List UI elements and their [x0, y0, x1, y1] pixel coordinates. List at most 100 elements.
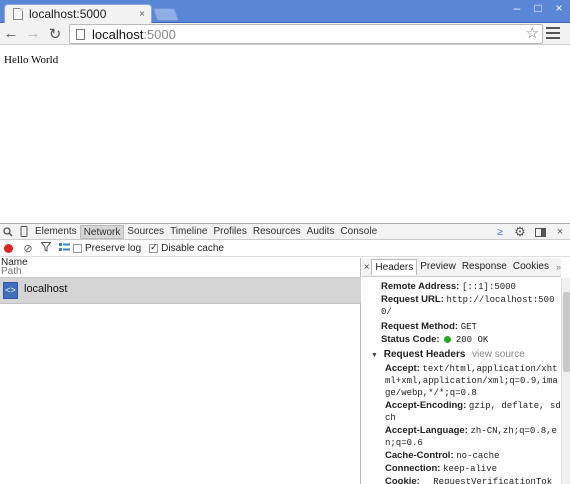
- request-header-key: Accept-Language:: [385, 425, 468, 436]
- url-host: localhost: [92, 26, 144, 42]
- detail-tab-response[interactable]: Response: [459, 259, 510, 275]
- request-header-key: Connection:: [385, 463, 441, 474]
- status-ok-icon: [444, 335, 452, 343]
- close-devtools-icon[interactable]: ×: [550, 224, 570, 240]
- html-document-icon: <>: [3, 282, 18, 299]
- request-header-value: no-cache: [456, 451, 500, 461]
- headers-content: Remote Address: [::1]:5000 Request URL: …: [362, 278, 561, 484]
- page-viewport: Hello World: [0, 46, 570, 223]
- devtools-right-controls: ≥ ⚙ ×: [490, 224, 570, 240]
- tab-audits[interactable]: Audits: [304, 225, 338, 239]
- view-source-link[interactable]: view source: [472, 349, 525, 360]
- reload-button[interactable]: ↻: [44, 23, 66, 45]
- tab-console[interactable]: Console: [337, 225, 380, 239]
- devtools-panel: Elements Network Sources Timeline Profiles Re…: [0, 223, 570, 484]
- request-header-row: Cookie: __RequestVerificationTok: [385, 476, 561, 484]
- forward-arrow-icon: →: [25, 25, 41, 42]
- column-path-label: Path: [1, 266, 22, 277]
- settings-gear-icon[interactable]: ⚙: [510, 224, 530, 240]
- record-button[interactable]: [4, 244, 13, 253]
- chrome-menu-icon[interactable]: [546, 27, 560, 41]
- request-method-key: Request Method:: [381, 321, 459, 332]
- tab-sources[interactable]: Sources: [124, 225, 167, 239]
- remote-address-row: Remote Address: [::1]:5000: [381, 281, 561, 293]
- request-method-value: GET: [460, 322, 477, 332]
- scrollbar-thumb[interactable]: [563, 292, 570, 372]
- tab-elements[interactable]: Elements: [32, 225, 80, 239]
- request-detail-pane: × Headers Preview Response Cookies » Remote…: [362, 258, 561, 484]
- browser-toolbar: ← → ↻ localhost:5000 ☆: [0, 23, 570, 45]
- devtools-tabs: Elements Network Sources Timeline Profiles Re…: [32, 224, 380, 239]
- detail-tab-cookies[interactable]: Cookies: [510, 259, 552, 275]
- inspect-search-icon[interactable]: [0, 224, 16, 240]
- request-url-row: Request URL: http://localhost:5000/: [381, 294, 561, 318]
- remote-address-key: Remote Address:: [381, 281, 460, 292]
- column-name-label: Name: [1, 257, 28, 268]
- preserve-log-label: Preserve log: [85, 243, 142, 254]
- detail-tab-headers[interactable]: Headers: [371, 259, 418, 275]
- console-drawer-icon[interactable]: ≥: [490, 224, 510, 240]
- forward-button[interactable]: →: [22, 23, 44, 45]
- request-header-key: Cache-Control:: [385, 450, 454, 461]
- clear-icon[interactable]: ⊘: [19, 242, 37, 255]
- page-icon: [76, 28, 85, 40]
- filter-icon[interactable]: [37, 242, 55, 255]
- more-tabs-icon[interactable]: »: [556, 262, 561, 272]
- request-row[interactable]: <> localhost: [0, 278, 361, 304]
- request-headers-section[interactable]: ▼ Request Headers view source: [371, 349, 561, 360]
- tab-profiles[interactable]: Profiles: [210, 225, 249, 239]
- address-bar[interactable]: localhost:5000 ☆: [69, 24, 543, 44]
- status-code-value: 200 OK: [455, 335, 489, 345]
- maximize-icon[interactable]: □: [528, 0, 548, 18]
- preserve-log-option[interactable]: Preserve log: [73, 243, 141, 254]
- page-body-text: Hello World: [4, 54, 59, 66]
- request-method-row: Request Method: GET: [381, 321, 561, 333]
- tab-resources[interactable]: Resources: [250, 225, 304, 239]
- tab-close-icon[interactable]: ×: [139, 9, 145, 20]
- browser-tab[interactable]: localhost:5000 ×: [4, 4, 152, 23]
- tab-title: localhost:5000: [29, 7, 107, 21]
- close-detail-icon[interactable]: ×: [362, 262, 371, 273]
- tab-timeline[interactable]: Timeline: [167, 225, 210, 239]
- detail-tabs: Headers Preview Response Cookies: [371, 259, 552, 275]
- disable-cache-option[interactable]: Disable cache: [149, 242, 224, 254]
- detail-tab-bar: × Headers Preview Response Cookies »: [362, 258, 561, 277]
- detail-scrollbar[interactable]: [561, 278, 570, 484]
- reload-icon: ↻: [48, 25, 62, 43]
- bookmark-star-icon[interactable]: ☆: [526, 25, 539, 43]
- request-header-row: Cache-Control: no-cache: [385, 450, 561, 462]
- request-name: localhost: [24, 283, 68, 295]
- request-header-row: Connection: keep-alive: [385, 463, 561, 475]
- page-favicon-icon: [13, 8, 23, 20]
- request-url-key: Request URL:: [381, 294, 444, 305]
- browser-tab-strip: localhost:5000 × – □ ×: [0, 0, 570, 23]
- close-window-icon[interactable]: ×: [549, 0, 569, 18]
- network-filter-bar: ⊘ Preserve log Disable cache: [0, 241, 570, 257]
- request-header-row: Accept: text/html,application/xhtml+xml,…: [385, 363, 561, 399]
- tab-network[interactable]: Network: [79, 224, 125, 239]
- request-header-key: Cookie:: [385, 476, 420, 484]
- device-mode-icon[interactable]: [16, 224, 32, 240]
- expand-triangle-icon: ▼: [371, 352, 378, 359]
- url-port: :5000: [143, 26, 176, 42]
- status-code-key: Status Code:: [381, 334, 440, 345]
- request-header-value: __RequestVerificationTok: [422, 477, 553, 484]
- request-header-value: keep-alive: [443, 464, 498, 474]
- back-button[interactable]: ←: [0, 23, 22, 45]
- disable-cache-checkbox[interactable]: [149, 242, 159, 253]
- remote-address-value: [::1]:5000: [461, 282, 516, 292]
- detail-tab-preview[interactable]: Preview: [417, 259, 459, 275]
- request-header-key: Accept:: [385, 363, 420, 374]
- request-headers-list: Accept: text/html,application/xhtml+xml,…: [381, 363, 561, 484]
- dock-side-icon[interactable]: [530, 224, 550, 240]
- request-headers-title: Request Headers: [383, 349, 466, 360]
- large-rows-icon[interactable]: [55, 242, 73, 255]
- new-tab-button[interactable]: [152, 8, 180, 21]
- request-header-key: Accept-Encoding:: [385, 400, 467, 411]
- preserve-log-checkbox[interactable]: [73, 244, 82, 253]
- devtools-tab-bar: Elements Network Sources Timeline Profiles Re…: [0, 224, 570, 240]
- name-column-header[interactable]: Name Path: [0, 258, 361, 278]
- request-header-row: Accept-Encoding: gzip, deflate, sdch: [385, 400, 561, 424]
- minimize-icon[interactable]: –: [507, 0, 527, 18]
- request-list: Name Path <> localhost: [0, 258, 361, 484]
